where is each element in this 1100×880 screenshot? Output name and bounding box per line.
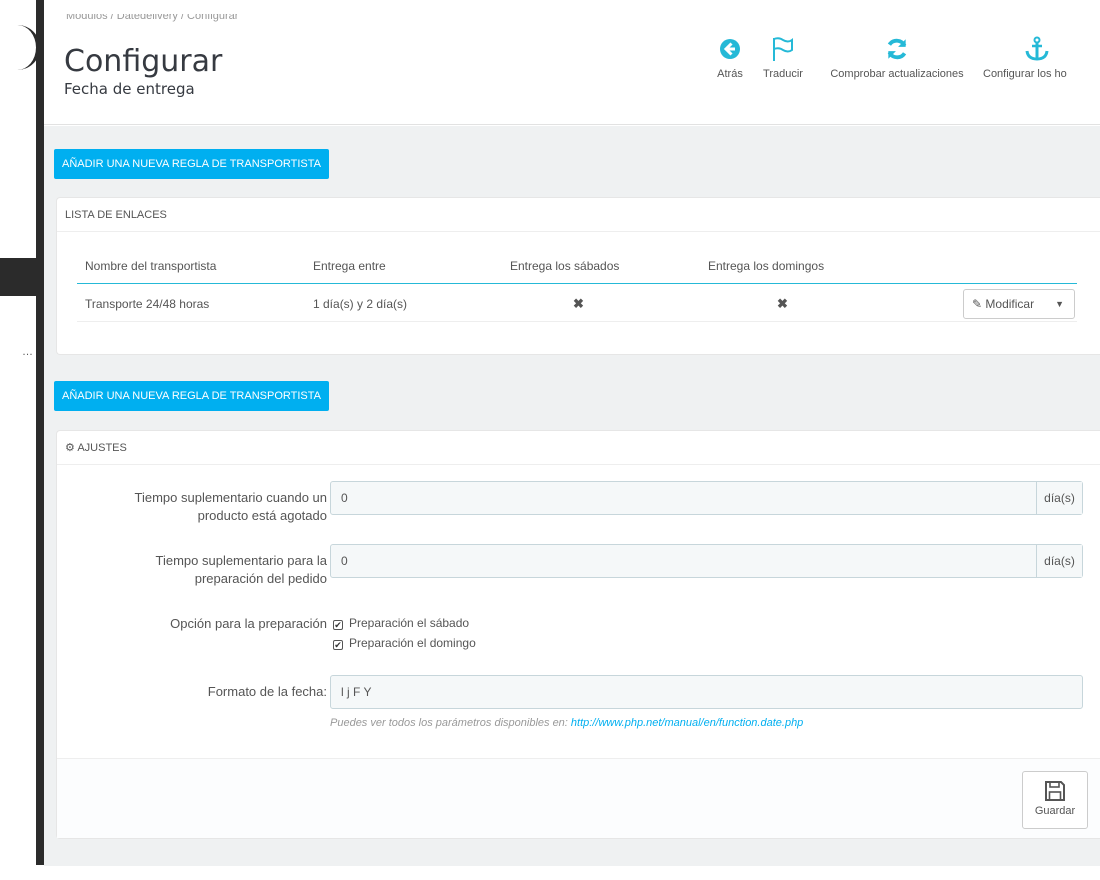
date-format-label: Formato de la fecha: [207,684,327,699]
flag-icon [773,37,793,61]
links-panel: Lista de enlaces Nombre del transportist… [56,197,1100,355]
days-addon-2: día(s) [1036,545,1082,577]
checkbox-checked-icon: ✔ [333,640,343,650]
main-content: Añadir una nueva regla de transportista … [44,126,1100,866]
date-format-value: l j F Y [341,685,372,699]
table-header: Nombre del transportista Entrega entre E… [77,248,1077,284]
back-label: Atrás [717,68,743,80]
add-carrier-rule-button[interactable]: Añadir una nueva regla de transportista [54,149,329,179]
back-icon [720,39,740,59]
php-date-link[interactable]: http://www.php.net/manual/en/function.da… [571,717,803,729]
sidebar-more-icon[interactable]: … [22,346,33,358]
prep-sunday-label: Preparación el domingo [349,636,476,650]
translate-label: Traducir [763,68,803,80]
date-format-input[interactable]: l j F Y [330,675,1083,709]
modify-label: Modificar [985,297,1035,311]
preparation-option-label: Opción para la preparación [170,616,327,631]
configure-hooks-label: Configurar los ho [983,68,1067,80]
carrier-links-table: Nombre del transportista Entrega entre E… [77,248,1077,322]
out-of-stock-input[interactable]: 0 día(s) [330,481,1083,515]
add-carrier-rule-button-2[interactable]: Añadir una nueva regla de transportista [54,381,329,411]
modify-button[interactable]: ✎ Modificar ▼ [963,289,1075,319]
column-header-saturday: Entrega los sábados [510,259,620,273]
check-updates-button[interactable]: Comprobar actualizaciones [817,36,977,80]
sidebar-edge [36,0,44,865]
settings-heading-label: Ajustes [77,442,127,454]
preparation-time-value: 0 [341,554,348,568]
table-row: Transporte 24/48 horas 1 día(s) y 2 día(… [77,284,1077,322]
date-format-help: Puedes ver todos los parámetros disponib… [330,717,803,729]
prep-saturday-label: Preparación el sábado [349,616,470,630]
translate-button[interactable]: Traducir [757,36,809,80]
days-addon: día(s) [1036,482,1082,514]
check-updates-label: Comprobar actualizaciones [830,68,964,80]
links-panel-heading: Lista de enlaces [57,198,1100,232]
settings-panel-heading: ⚙ Ajustes [57,431,1100,465]
page-header: Módulos / Datedelivery / Configurar Conf… [44,0,1100,125]
pencil-icon: ✎ [972,297,983,311]
refresh-icon [887,38,907,60]
caret-down-icon[interactable]: ▼ [1055,290,1064,318]
cogs-icon: ⚙ [65,442,75,454]
column-header-delivery-between: Entrega entre [313,259,386,273]
carrier-name-cell: Transporte 24/48 horas [85,297,210,311]
configure-hooks-button[interactable]: Configurar los ho [983,36,1100,80]
floppy-disk-icon [1045,781,1065,801]
column-header-carrier: Nombre del transportista [85,259,217,273]
delivery-between-cell: 1 día(s) y 2 día(s) [313,297,408,311]
preparation-time-input[interactable]: 0 día(s) [330,544,1083,578]
anchor-icon [1025,36,1049,61]
saturday-cross-icon: ✖ [573,296,584,311]
sunday-cross-icon: ✖ [777,296,788,311]
help-text: Puedes ver todos los parámetros disponib… [330,717,571,729]
out-of-stock-value: 0 [341,491,348,505]
toolbar: Atrás Traducir Comprobar actualizaciones [710,36,1100,106]
checkbox-checked-icon: ✔ [333,620,343,630]
column-header-sunday: Entrega los domingos [708,259,825,273]
prep-saturday-checkbox[interactable]: ✔ Preparación el sábado [333,615,469,631]
prep-sunday-checkbox[interactable]: ✔ Preparación el domingo [333,635,476,651]
save-label: Guardar [1034,805,1076,817]
preparation-time-label: Tiempo suplementario para la preparación… [155,553,328,586]
out-of-stock-label: Tiempo suplementario cuando un producto … [134,490,327,523]
page-title: Configurar [64,44,223,79]
settings-panel: ⚙ Ajustes Tiempo suplementario cuando un… [56,430,1100,839]
back-button[interactable]: Atrás [710,36,750,80]
breadcrumb[interactable]: Módulos / Datedelivery / Configurar [66,14,238,26]
panel-footer: Guardar [57,758,1100,838]
sidebar-active-item[interactable] [0,258,44,296]
page-subtitle: Fecha de entrega [64,80,195,98]
save-button[interactable]: Guardar [1022,771,1088,829]
